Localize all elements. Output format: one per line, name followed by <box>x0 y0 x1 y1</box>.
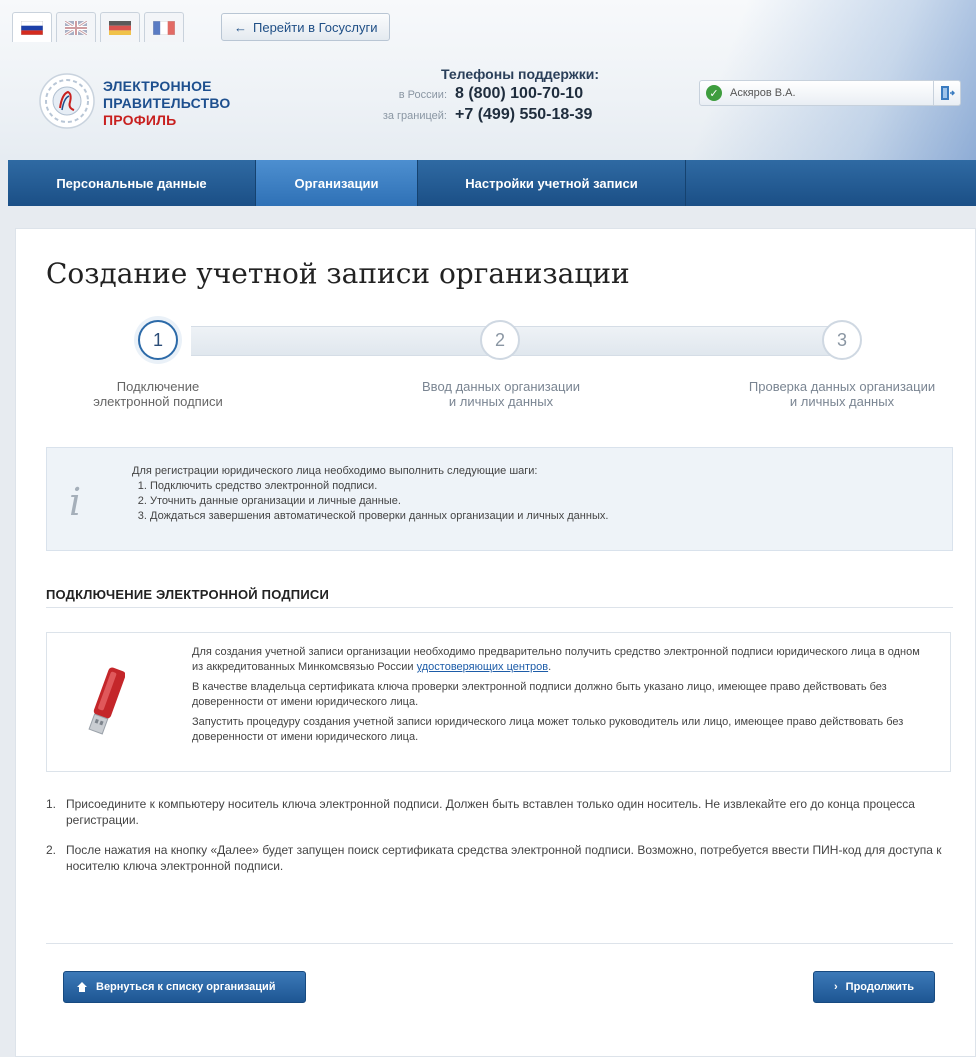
nav-account-settings[interactable]: Настройки учетной записи <box>418 160 686 206</box>
home-icon <box>77 982 87 992</box>
support-phones: Телефоны поддержки: в России: 8 (800) 10… <box>360 66 620 124</box>
instruction-number: 2. <box>46 843 57 857</box>
section-title: ПОДКЛЮЧЕНИЕ ЭЛЕКТРОННОЙ ПОДПИСИ <box>46 587 330 602</box>
bottom-divider <box>46 943 953 944</box>
continue-button[interactable]: › Продолжить <box>813 971 935 1003</box>
step-3-circle: 3 <box>822 320 862 360</box>
door-exit-icon <box>941 86 955 100</box>
instruction-item: 1. Присоедините к компьютеру носитель кл… <box>46 796 956 828</box>
info-intro: Для регистрации юридического лица необхо… <box>132 465 538 477</box>
german-flag-icon <box>109 20 131 35</box>
phone-abroad-number: +7 (499) 550-18-39 <box>455 106 593 123</box>
main-content: Создание учетной записи организации 1 2 … <box>15 228 976 1057</box>
russian-flag-icon <box>21 20 43 35</box>
signature-text: Для создания учетной записи организации … <box>192 645 932 750</box>
phone-russia-row: в России: 8 (800) 100-70-10 <box>360 85 620 103</box>
instructions-list: 1. Присоедините к компьютеру носитель кл… <box>46 796 956 888</box>
chevron-right-icon: › <box>834 981 838 993</box>
usb-token-icon <box>88 667 125 735</box>
main-nav: Персональные данные Организации Настройк… <box>8 160 976 206</box>
signature-paragraph-1: Для создания учетной записи организации … <box>192 645 932 675</box>
arrow-left-icon: ← <box>234 19 247 35</box>
logo-line-3: ПРОФИЛЬ <box>103 112 177 128</box>
step-1-label-line1: Подключение <box>116 379 200 394</box>
section-divider <box>46 607 953 608</box>
step-1-label-line2: электронной подписи <box>93 394 223 409</box>
lang-tab-fr[interactable] <box>144 12 184 42</box>
step-2-label: Ввод данных организации и личных данных <box>391 379 611 409</box>
lang-tab-en[interactable] <box>56 12 96 42</box>
uk-flag-icon <box>65 20 87 35</box>
step-2-label-line2: и личных данных <box>448 394 554 409</box>
gov-logo-icon <box>39 73 95 129</box>
info-text: Для регистрации юридического лица необхо… <box>132 464 608 524</box>
signature-p1-text: Для создания учетной записи организации … <box>192 646 920 673</box>
phone-russia-label: в России: <box>398 89 447 101</box>
logo-text: ЭЛЕКТРОННОЕ ПРАВИТЕЛЬСТВО ПРОФИЛЬ <box>103 78 230 129</box>
instruction-text: После нажатия на кнопку «Далее» будет за… <box>66 843 942 873</box>
phone-russia-number: 8 (800) 100-70-10 <box>455 85 584 102</box>
back-to-organizations-button[interactable]: Вернуться к списку организаций <box>63 971 306 1003</box>
continue-button-label: Продолжить <box>845 981 914 993</box>
logout-icon[interactable] <box>933 81 960 105</box>
goto-gosuslugi-button[interactable]: ← Перейти в Госуслуги <box>221 13 391 41</box>
nav-personal-data[interactable]: Персональные данные <box>8 160 256 206</box>
verified-check-icon: ✓ <box>706 85 722 101</box>
certification-centers-link[interactable]: удостоверяющих центров <box>417 661 548 673</box>
signature-paragraph-3: Запустить процедуру создания учетной зап… <box>192 716 904 743</box>
instruction-text: Присоедините к компьютеру носитель ключа… <box>66 797 915 827</box>
info-step: Уточнить данные организации и личные дан… <box>150 494 608 509</box>
phones-title: Телефоны поддержки: <box>440 66 599 82</box>
user-menu[interactable]: ✓ Аскяров В.А. <box>699 80 961 106</box>
lang-tab-de[interactable] <box>100 12 140 42</box>
info-step: Подключить средство электронной подписи. <box>150 479 608 494</box>
step-1-circle: 1 <box>138 320 178 360</box>
language-tabs <box>12 12 184 42</box>
logo-line-1: ЭЛЕКТРОННОЕ <box>103 78 212 94</box>
instruction-number: 1. <box>46 797 57 811</box>
signature-paragraph-2: В качестве владельца сертификата ключа п… <box>192 681 887 708</box>
step-1-label: Подключение электронной подписи <box>48 379 268 409</box>
step-3-label-line2: и личных данных <box>789 394 895 409</box>
signature-p1-end: . <box>548 661 552 673</box>
page-title: Создание учетной записи организации <box>46 257 630 290</box>
french-flag-icon <box>153 20 175 35</box>
signature-info-box: Для создания учетной записи организации … <box>46 632 951 772</box>
info-steps-list: Подключить средство электронной подписи.… <box>132 479 608 524</box>
nav-organizations[interactable]: Организации <box>256 160 418 206</box>
info-icon: i <box>69 480 82 524</box>
goto-gosuslugi-label: Перейти в Госуслуги <box>253 19 378 35</box>
step-2-circle: 2 <box>480 320 520 360</box>
lang-tab-ru[interactable] <box>12 12 52 42</box>
logo-line-2: ПРАВИТЕЛЬСТВО <box>103 95 231 111</box>
info-step: Дождаться завершения автоматической пров… <box>150 509 608 524</box>
user-name[interactable]: Аскяров В.А. <box>730 87 933 99</box>
step-3-label: Проверка данных организации и личных дан… <box>732 379 952 409</box>
step-2-label-line1: Ввод данных организации <box>422 379 580 394</box>
phone-abroad-row: за границей: +7 (499) 550-18-39 <box>360 106 620 124</box>
back-button-label: Вернуться к списку организаций <box>96 981 276 993</box>
instruction-item: 2. После нажатия на кнопку «Далее» будет… <box>46 842 956 874</box>
info-box: i Для регистрации юридического лица необ… <box>46 447 953 551</box>
phone-abroad-label: за границей: <box>382 110 447 122</box>
header-area: ← Перейти в Госуслуги ЭЛЕКТРОННОЕ ПРАВИТ… <box>0 0 976 160</box>
step-3-label-line1: Проверка данных организации <box>748 379 936 394</box>
